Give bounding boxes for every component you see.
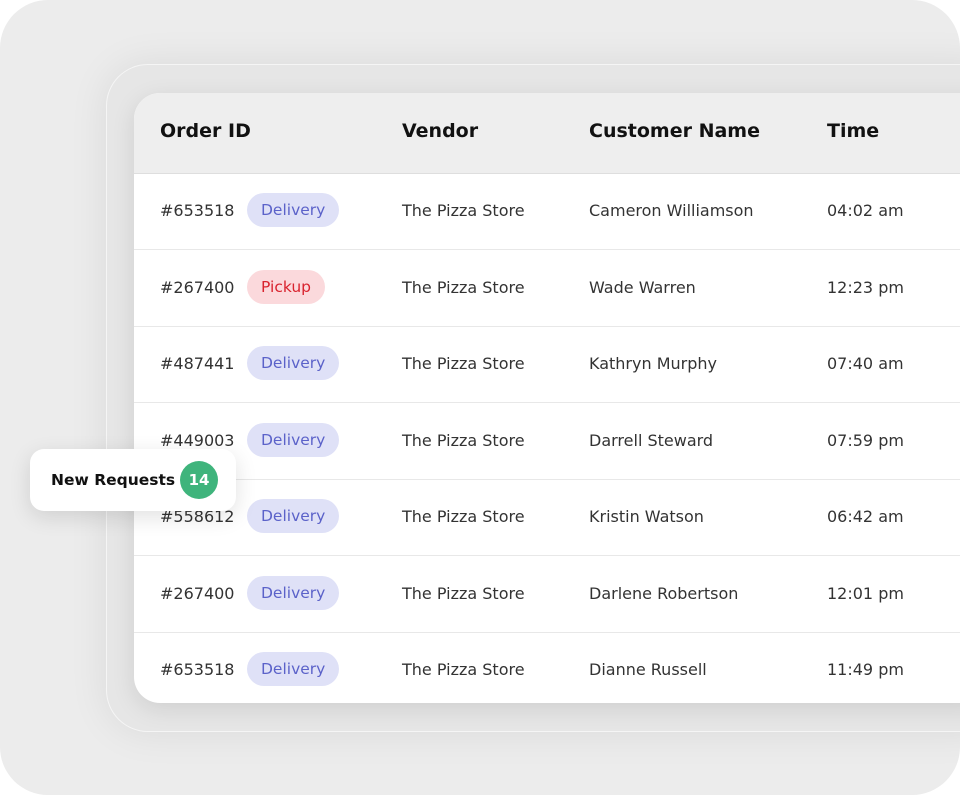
vendor-name: The Pizza Store <box>402 507 525 526</box>
order-type-badge: Delivery <box>247 652 340 686</box>
new-requests-badge[interactable]: New Requests 14 <box>30 449 236 511</box>
column-header-customer-name[interactable]: Customer Name <box>589 120 760 142</box>
customer-name: Wade Warren <box>589 277 696 297</box>
order-id: #653518 <box>160 201 235 220</box>
vendor-name: The Pizza Store <box>402 430 525 450</box>
customer-name: Kristin Watson <box>589 507 704 526</box>
order-id: #267400 <box>160 583 235 603</box>
order-id: #487441 <box>160 354 235 373</box>
order-id: #653518 <box>160 660 235 679</box>
order-id: #267400 <box>160 277 235 297</box>
table-header: Order ID Vendor Customer Name Time <box>134 93 960 174</box>
column-header-time[interactable]: Time <box>827 120 879 142</box>
vendor-name: The Pizza Store <box>402 660 525 679</box>
order-time: 12:23 pm <box>827 277 904 297</box>
vendor-name: The Pizza Store <box>402 277 525 297</box>
orders-table-card: Order ID Vendor Customer Name Time #6535… <box>134 93 960 703</box>
new-requests-label: New Requests <box>51 471 176 489</box>
customer-name: Darlene Robertson <box>589 583 739 603</box>
order-time: 06:42 am <box>827 507 904 526</box>
order-id: #449003 <box>160 430 235 450</box>
order-type-badge: Delivery <box>247 193 340 227</box>
column-header-order-id[interactable]: Order ID <box>160 120 251 142</box>
table-row[interactable]: #267400 Pickup The Pizza Store Wade Warren 1… <box>134 250 960 327</box>
table-row[interactable]: #653518 Delivery The Pizza Store Dianne Rus… <box>134 632 960 703</box>
order-type-badge: Pickup <box>247 269 325 304</box>
table-row[interactable]: #267400 Delivery The Pizza Store Darlene Ro… <box>134 556 960 633</box>
order-time: 04:02 am <box>827 201 904 220</box>
column-header-vendor[interactable]: Vendor <box>402 120 478 142</box>
table-row[interactable]: #449003 Delivery The Pizza Store Darrell St… <box>134 403 960 480</box>
table-row[interactable]: #558612 Delivery The Pizza Store Kristin Wa… <box>134 479 960 556</box>
customer-name: Cameron Williamson <box>589 201 754 220</box>
order-time: 11:49 pm <box>827 660 904 679</box>
order-type-badge: Delivery <box>247 499 340 533</box>
customer-name: Dianne Russell <box>589 660 707 679</box>
background-canvas: Order ID Vendor Customer Name Time #6535… <box>0 0 960 795</box>
order-type-badge: Delivery <box>247 422 340 457</box>
order-type-badge: Delivery <box>247 575 340 610</box>
order-time: 07:40 am <box>827 354 904 373</box>
customer-name: Kathryn Murphy <box>589 354 717 373</box>
customer-name: Darrell Steward <box>589 430 714 450</box>
order-time: 07:59 pm <box>827 430 904 450</box>
order-time: 12:01 pm <box>827 583 904 603</box>
table-row[interactable]: #653518 Delivery The Pizza Store Cameron Wi… <box>134 173 960 250</box>
vendor-name: The Pizza Store <box>402 583 525 603</box>
order-type-badge: Delivery <box>247 346 340 380</box>
table-row[interactable]: #487441 Delivery The Pizza Store Kathryn Mu… <box>134 326 960 403</box>
vendor-name: The Pizza Store <box>402 201 525 220</box>
new-requests-count: 14 <box>180 461 218 499</box>
vendor-name: The Pizza Store <box>402 354 525 373</box>
